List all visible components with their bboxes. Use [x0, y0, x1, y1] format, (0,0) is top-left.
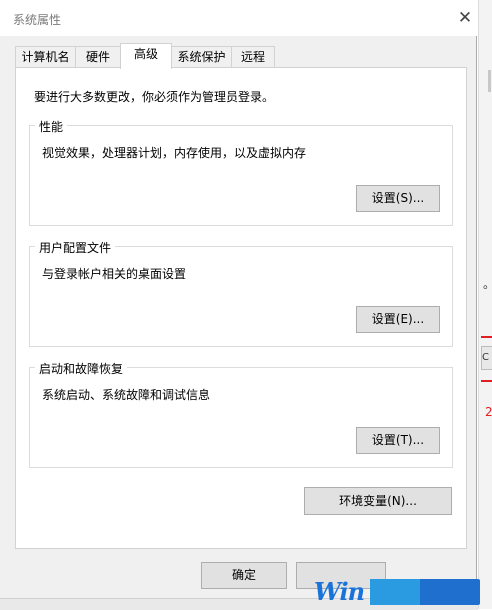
admin-notice: 要进行大多数更改，你必须作为管理员登录。 — [34, 90, 275, 104]
tab-hardware[interactable]: 硬件 — [75, 46, 121, 68]
user-profiles-legend: 用户配置文件 — [35, 239, 116, 256]
tab-computer-name[interactable]: 计算机名 — [15, 46, 76, 68]
tab-remote[interactable]: 远程 — [231, 46, 275, 68]
watermark-background — [370, 579, 420, 605]
title-bar: 系统属性 ✕ — [0, 0, 477, 36]
startup-recovery-settings-button[interactable]: 设置(T)... — [356, 427, 440, 454]
background-text: 。 — [483, 275, 492, 292]
background-scrollbar — [488, 70, 491, 92]
background-red-line — [481, 380, 492, 382]
background-red-line — [481, 336, 492, 338]
watermark-logo: Win — [314, 575, 484, 609]
close-icon: ✕ — [457, 8, 473, 28]
startup-recovery-description: 系统启动、系统故障和调试信息 — [42, 388, 211, 402]
watermark-text: Win — [314, 577, 365, 606]
close-button[interactable]: ✕ — [455, 8, 475, 28]
performance-description: 视觉效果，处理器计划，内存使用，以及虚拟内存 — [42, 146, 307, 160]
ok-button[interactable]: 确定 — [201, 562, 287, 589]
user-profiles-description: 与登录帐户相关的桌面设置 — [42, 267, 187, 281]
tab-system-protection[interactable]: 系统保护 — [171, 46, 232, 68]
environment-variables-button[interactable]: 环境变量(N)... — [304, 487, 452, 515]
user-profiles-settings-button[interactable]: 设置(E)... — [356, 306, 440, 333]
performance-legend: 性能 — [35, 118, 68, 135]
tab-advanced[interactable]: 高级 — [120, 43, 172, 69]
background-button: C — [481, 346, 492, 370]
startup-recovery-legend: 启动和故障恢复 — [35, 360, 128, 377]
background-window: 。 C 2 — [478, 0, 492, 609]
window-title: 系统属性 — [13, 13, 62, 27]
system-properties-dialog: 系统属性 ✕ 计算机名 硬件 高级 系统保护 远程 要进行大多数更改，你必须作为… — [0, 0, 477, 598]
background-red-text: 2 — [485, 405, 492, 419]
performance-settings-button[interactable]: 设置(S)... — [356, 185, 440, 212]
